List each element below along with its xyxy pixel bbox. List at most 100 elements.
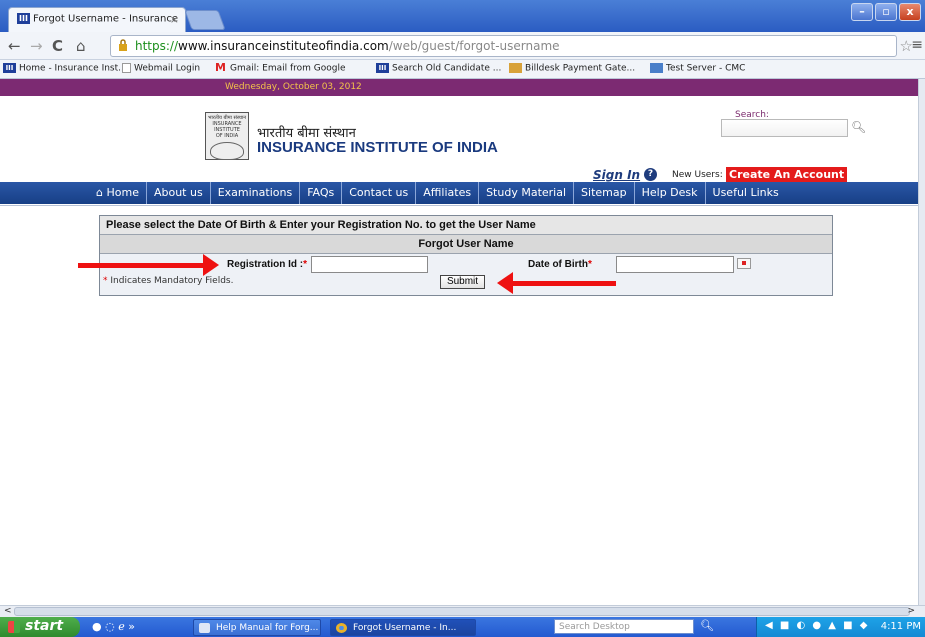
page-icon	[122, 63, 131, 73]
clock: 4:11 PM	[880, 621, 921, 632]
start-label: start	[25, 618, 64, 634]
scrollbar-thumb[interactable]	[14, 607, 910, 616]
form-heading: Forgot User Name	[100, 235, 832, 254]
scroll-left-icon[interactable]: <	[4, 606, 12, 616]
main-nav: ⌂ Home About us Examinations FAQs Contac…	[0, 182, 918, 204]
task-forgot-username[interactable]: Forgot Username - In...	[330, 619, 476, 636]
bookmark-label: Test Server - CMC	[666, 63, 746, 74]
nav-examinations[interactable]: Examinations	[211, 182, 301, 204]
menu-icon[interactable]: ≡	[911, 37, 923, 53]
red-arrow-annotation	[497, 272, 616, 294]
chevron-icon[interactable]: »	[128, 620, 135, 633]
search-icon[interactable]: 🔍︎	[700, 619, 714, 632]
bookmark-item[interactable]: M Gmail: Email from Google	[214, 61, 346, 74]
nav-label: Home	[106, 186, 139, 199]
form-instruction: Please select the Date Of Birth & Enter …	[100, 216, 832, 235]
submit-button[interactable]: Submit	[440, 275, 485, 289]
chrome-quicklaunch-icon[interactable]: ●	[92, 620, 102, 633]
bookmark-item[interactable]: Billdesk Payment Gate...	[509, 63, 635, 74]
registration-id-input[interactable]	[311, 256, 428, 273]
current-date: Wednesday, October 03, 2012	[225, 82, 362, 92]
bookmark-label: Gmail: Email from Google	[230, 63, 346, 74]
iii-icon: III	[3, 63, 16, 73]
close-window-button[interactable]: x	[899, 3, 921, 21]
gmail-icon: M	[215, 61, 226, 74]
browser-tab[interactable]: III Forgot Username - Insurance ×	[8, 7, 186, 32]
taskbar: start ● ◌ ℯ » Help Manual for Forg... Fo…	[0, 617, 925, 637]
calendar-icon[interactable]	[737, 258, 751, 269]
url-path: /web/guest/forgot-username	[388, 39, 560, 53]
logo-emblem-icon	[210, 142, 244, 160]
title-bar: III Forgot Username - Insurance × – ▫ x	[0, 0, 925, 32]
institute-logo: भारतीय बीमा संस्थान INSURANCE INSTITUTE OF …	[205, 112, 249, 160]
bookmark-item[interactable]: III Search Old Candidate ...	[376, 63, 501, 74]
word-doc-icon	[199, 623, 210, 633]
browser-toolbar: ← → C ⌂ https://www.insuranceinstituteof…	[0, 32, 925, 60]
bookmark-label: Home - Insurance Inst...	[19, 63, 127, 74]
url-scheme: https://	[135, 39, 179, 53]
nav-faqs[interactable]: FAQs	[300, 182, 343, 204]
registration-id-label: Registration Id :*	[227, 259, 308, 270]
maximize-button[interactable]: ▫	[875, 3, 897, 21]
divider	[0, 205, 918, 206]
nav-contact-us[interactable]: Contact us	[342, 182, 417, 204]
nav-useful-links[interactable]: Useful Links	[706, 182, 786, 204]
windows-flag-icon	[8, 621, 20, 633]
close-tab-icon[interactable]: ×	[170, 13, 179, 26]
tray-icons[interactable]: ◀ ■ ◐ ● ▲ ■ ◆	[765, 620, 870, 631]
forward-arrow-icon[interactable]: →	[30, 37, 43, 55]
start-button[interactable]: start	[0, 617, 80, 637]
reload-icon[interactable]: C	[52, 37, 63, 55]
mandatory-note: * Indicates Mandatory Fields.	[103, 276, 234, 286]
nav-affiliates[interactable]: Affiliates	[416, 182, 480, 204]
ie-quicklaunch-icon[interactable]: ℯ	[118, 620, 125, 633]
tab-title: Forgot Username - Insurance	[33, 13, 179, 25]
quick-launch: ● ◌ ℯ »	[92, 620, 135, 633]
window-controls: – ▫ x	[851, 3, 921, 21]
dob-input[interactable]	[616, 256, 734, 273]
sign-in-link[interactable]: Sign In	[593, 168, 640, 182]
chrome-icon	[336, 623, 347, 633]
nav-study-material[interactable]: Study Material	[479, 182, 575, 204]
required-mark: *	[303, 259, 308, 270]
scroll-right-icon[interactable]: >	[907, 606, 915, 616]
bookmark-item[interactable]: Webmail Login	[122, 63, 200, 74]
vertical-scrollbar[interactable]	[918, 79, 925, 605]
desktop-quicklaunch-icon[interactable]: ◌	[105, 620, 115, 633]
required-mark: *	[588, 259, 592, 270]
home-icon: ⌂	[96, 186, 103, 199]
bookmark-label: Search Old Candidate ...	[392, 63, 502, 74]
bookmark-item[interactable]: III Home - Insurance Inst...	[3, 63, 127, 74]
home-icon[interactable]: ⌂	[76, 37, 86, 55]
address-bar[interactable]: https://www.insuranceinstituteofindia.co…	[110, 35, 897, 57]
help-icon[interactable]: ?	[644, 168, 657, 181]
url-domain: www.insuranceinstituteofindia.com	[178, 39, 389, 53]
required-mark: *	[103, 276, 108, 286]
bookmark-label: Billdesk Payment Gate...	[525, 63, 636, 74]
minimize-button[interactable]: –	[851, 3, 873, 21]
bookmarks-bar: III Home - Insurance Inst... Webmail Logi…	[0, 60, 925, 79]
horizontal-scrollbar[interactable]: < >	[0, 605, 925, 617]
task-help-manual[interactable]: Help Manual for Forg...	[193, 619, 321, 636]
logo-text: भारतीय बीमा संस्थान INSURANCE INSTITUTE OF …	[207, 115, 246, 139]
iii-favicon-icon: III	[17, 13, 30, 24]
red-arrow-annotation	[78, 254, 219, 276]
new-tab-button[interactable]	[184, 10, 226, 30]
create-account-button[interactable]: Create An Account	[726, 167, 848, 182]
nav-help-desk[interactable]: Help Desk	[635, 182, 706, 204]
site-search-input[interactable]	[721, 119, 848, 137]
search-icon[interactable]: 🔍︎	[851, 120, 866, 134]
cmc-icon	[650, 63, 663, 73]
nav-home[interactable]: ⌂ Home	[86, 182, 147, 204]
back-arrow-icon[interactable]: ←	[8, 37, 21, 55]
date-bar: Wednesday, October 03, 2012	[0, 79, 918, 96]
nav-sitemap[interactable]: Sitemap	[574, 182, 635, 204]
nav-about-us[interactable]: About us	[147, 182, 211, 204]
bookmark-item[interactable]: Test Server - CMC	[650, 63, 745, 74]
lock-icon	[119, 39, 127, 51]
iii-icon: III	[376, 63, 389, 73]
desktop-search-input[interactable]: Search Desktop	[554, 619, 694, 634]
page-viewport: Wednesday, October 03, 2012 भारतीय बीमा …	[0, 79, 918, 605]
system-tray: ◀ ■ ◐ ● ▲ ■ ◆ 4:11 PM	[756, 617, 925, 637]
browser-window: III Forgot Username - Insurance × – ▫ x ←…	[0, 0, 925, 637]
